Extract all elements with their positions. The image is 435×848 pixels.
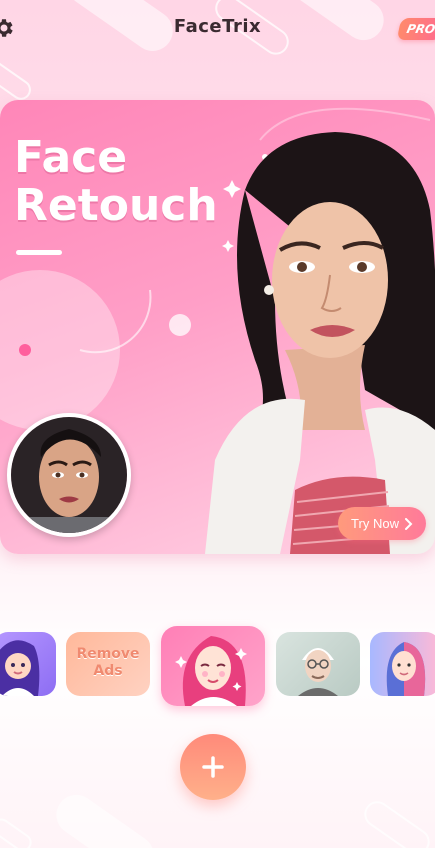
banner-title-line2: Retouch: [14, 180, 218, 231]
retouch-face-icon: [175, 636, 247, 706]
old-man-icon: [298, 648, 338, 696]
bg-decoration: [48, 787, 162, 848]
add-button[interactable]: [180, 734, 246, 800]
remove-ads-label: Remove Ads: [76, 646, 140, 679]
plus-icon: [202, 756, 224, 778]
tile-remove-ads[interactable]: Remove Ads: [66, 632, 150, 696]
tile-face-retouch[interactable]: [161, 626, 265, 706]
app-header: FaceTrix PRO: [0, 0, 435, 58]
title-underline: [16, 250, 62, 255]
pro-badge[interactable]: PRO: [396, 18, 435, 40]
tile-gender-swap[interactable]: [370, 632, 435, 696]
banner-title: Face Retouch: [14, 134, 218, 230]
before-face-image: [11, 417, 127, 533]
tile-avatar-cartoon[interactable]: [0, 632, 56, 696]
model-portrait: [205, 132, 435, 554]
bg-decoration: [0, 56, 35, 104]
bg-decoration: [359, 796, 435, 848]
pro-label: PRO: [405, 22, 435, 36]
feature-carousel[interactable]: Remove Ads: [0, 622, 435, 708]
before-thumbnail: [7, 413, 131, 537]
face-retouch-banner[interactable]: Face Retouch Try Now: [0, 100, 435, 554]
try-now-button[interactable]: Try Now: [338, 507, 426, 540]
try-now-label: Try Now: [351, 516, 399, 531]
banner-title-line1: Face: [14, 132, 128, 183]
bg-decoration: [0, 815, 36, 848]
gender-swap-icon: [386, 642, 426, 696]
chevron-right-icon: [404, 517, 413, 530]
app-title: FaceTrix: [173, 16, 262, 37]
tile-old-face[interactable]: [276, 632, 360, 696]
cartoon-girl-icon: [0, 640, 40, 696]
